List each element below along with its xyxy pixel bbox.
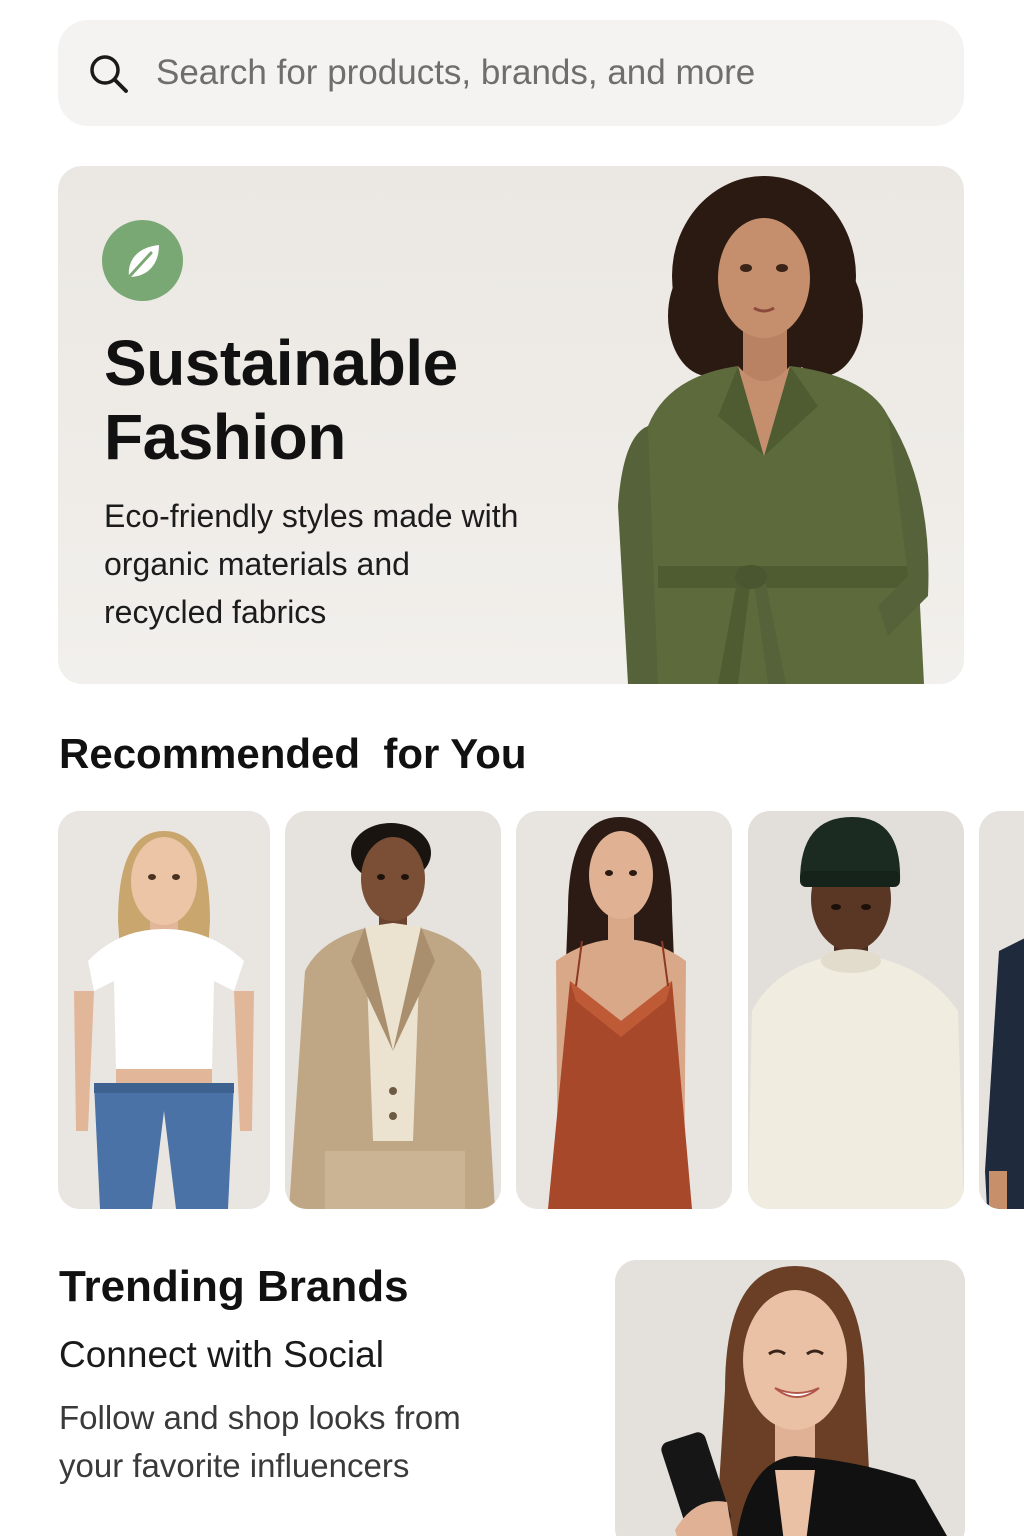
home-screen: Sustainable Fashion Eco-friendly styles … [0, 0, 1024, 1536]
hero-subtitle: Eco-friendly styles made with organic ma… [104, 492, 604, 636]
hero-title-line: Fashion [104, 401, 346, 473]
hero-title-line: Sustainable [104, 327, 458, 399]
trending-subtitle: Connect with Social [59, 1334, 384, 1375]
influencer-card[interactable] [615, 1260, 965, 1536]
hero-subtitle-line: Eco-friendly styles made with [104, 498, 519, 534]
product-card[interactable] [516, 811, 732, 1209]
recommended-carousel[interactable] [0, 811, 1024, 1211]
product-image [516, 811, 732, 1209]
hero-subtitle-line: recycled fabrics [104, 594, 327, 630]
product-card[interactable] [58, 811, 270, 1209]
recommended-title: Recommended for You [59, 730, 527, 777]
product-image [58, 811, 270, 1209]
product-image [979, 811, 1024, 1209]
product-image [285, 811, 501, 1209]
hero-subtitle-line: organic materials and [104, 546, 410, 582]
trending-description-line: your favorite influencers [59, 1447, 410, 1484]
leaf-badge [102, 220, 183, 301]
influencer-image [615, 1260, 965, 1536]
trending-description: Follow and shop looks from your favorite… [59, 1394, 529, 1490]
product-card[interactable] [285, 811, 501, 1209]
search-bar[interactable] [58, 20, 964, 126]
trending-title: Trending Brands [59, 1262, 409, 1311]
product-card[interactable] [748, 811, 964, 1209]
product-image [748, 811, 964, 1209]
search-input[interactable] [156, 42, 936, 104]
sustainable-fashion-banner[interactable]: Sustainable Fashion Eco-friendly styles … [58, 166, 964, 684]
leaf-icon [127, 244, 159, 278]
hero-title: Sustainable Fashion [104, 326, 604, 474]
trending-description-line: Follow and shop looks from [59, 1399, 461, 1436]
product-card[interactable] [979, 811, 1024, 1209]
hero-model-image [618, 176, 929, 684]
search-icon [88, 53, 130, 95]
